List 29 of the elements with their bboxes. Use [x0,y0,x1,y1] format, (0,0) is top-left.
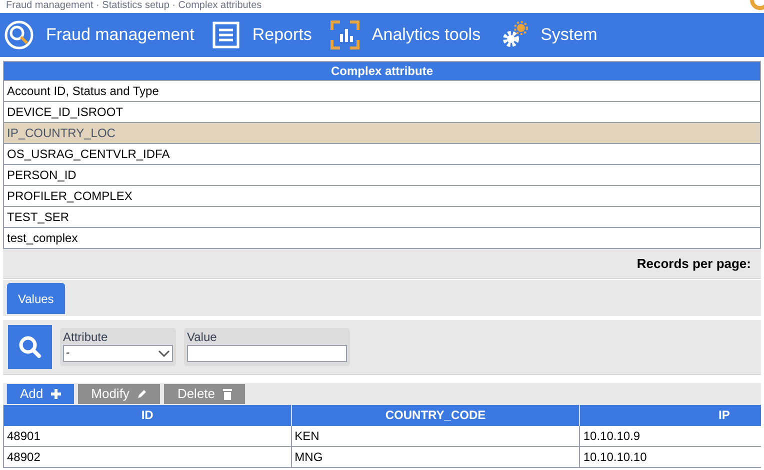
table-cell: KEN [292,426,580,446]
list-icon [212,21,240,49]
add-button[interactable]: Add [7,384,74,404]
nav-item[interactable]: System [540,22,598,48]
nav-item[interactable]: Reports [252,22,312,48]
search-button[interactable] [8,325,52,369]
input-field[interactable] [187,345,347,362]
records-per-page-label: Records per page: [636,254,751,273]
nav-item[interactable]: Analytics tools [372,22,481,48]
trash-icon [223,388,232,400]
field-label: Value [187,330,218,345]
search-icon [18,335,42,359]
chart-icon [330,20,360,50]
breadcrumb: Fraud management · Statistics setup · Complex attributes [6,0,262,12]
plus-icon [51,389,62,399]
chevron-down-icon [158,350,170,358]
table-cell: 48902 [4,447,292,467]
attribute-row[interactable]: IP_COUNTRY_LOC [4,122,760,143]
pencil-icon [137,389,148,399]
table-cell: 10.10.10.9 [580,426,761,446]
magnifier-icon [4,20,34,50]
table-cell: 10.10.10.10 [580,447,761,467]
tab[interactable]: Values [7,283,65,314]
nav-item[interactable]: Fraud management [46,22,194,48]
column-header: Complex attribute [4,62,760,80]
table-cell: MNG [292,447,580,467]
dropdown[interactable]: - [63,345,173,362]
field-label: Attribute [63,330,109,345]
table-cell: 48901 [4,426,292,446]
